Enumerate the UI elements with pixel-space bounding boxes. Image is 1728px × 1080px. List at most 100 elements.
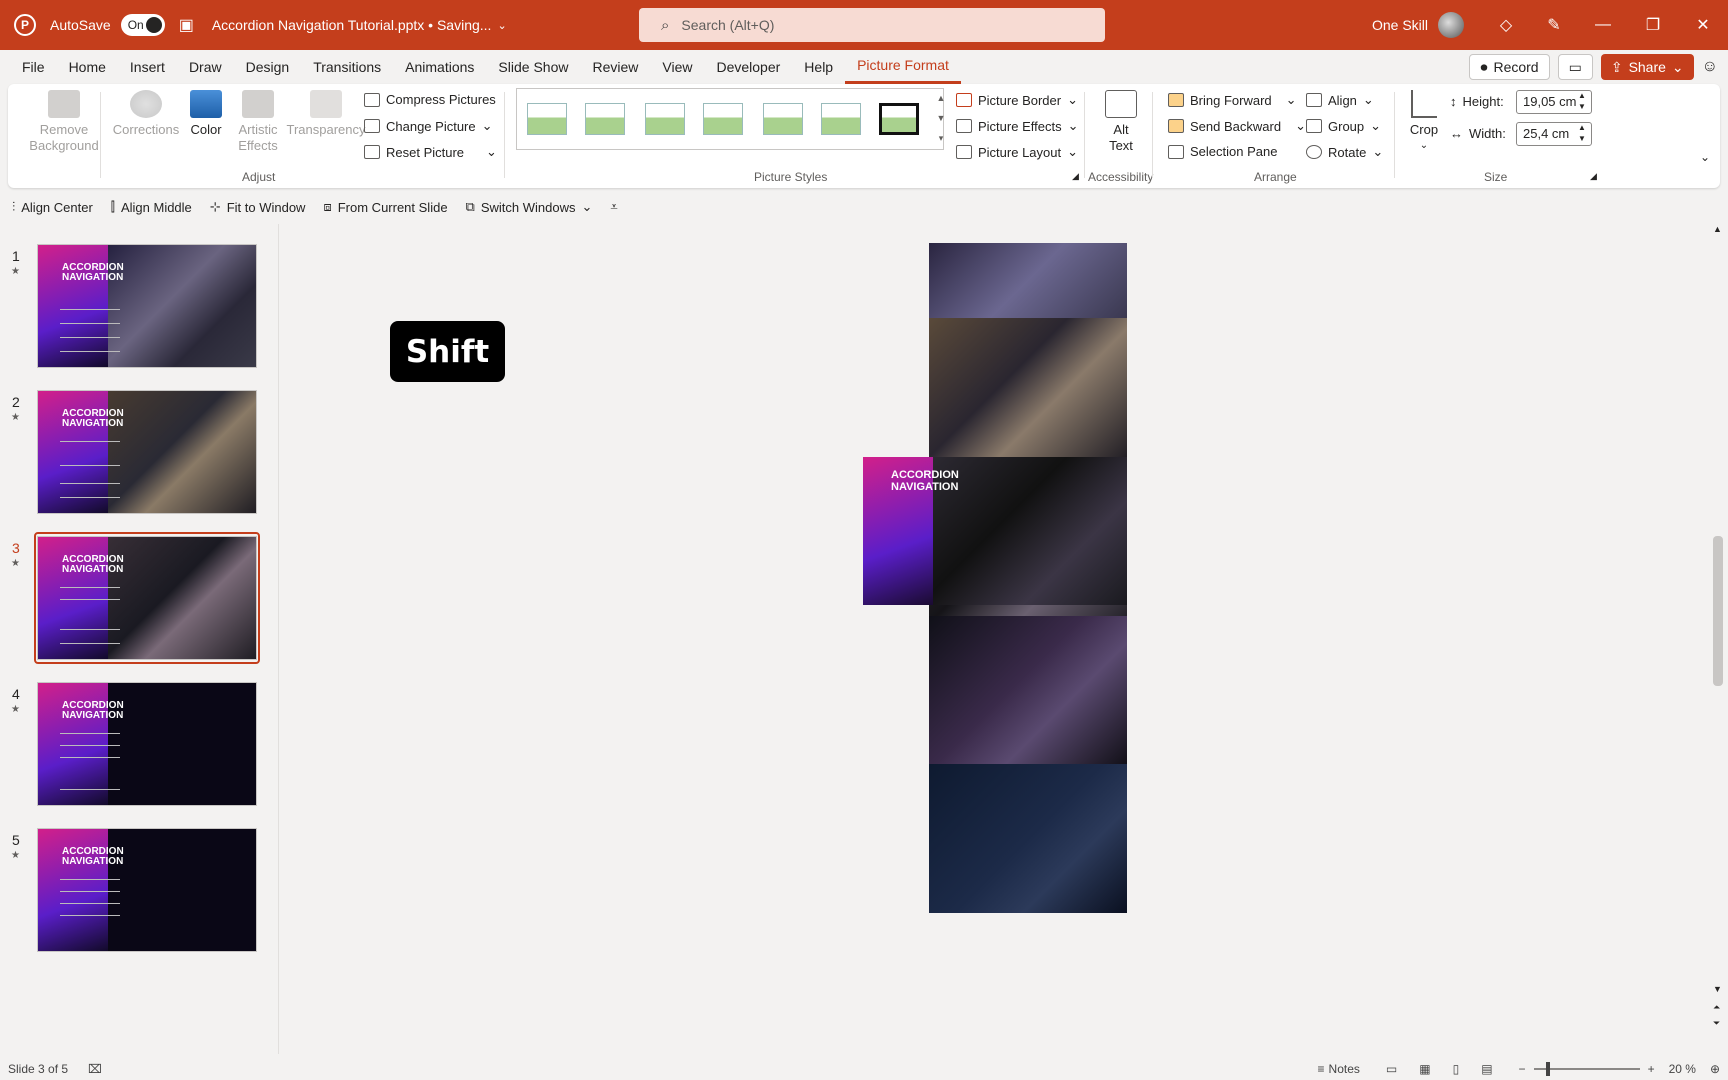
slide-preview: ACCORDION NAVIGATION bbox=[37, 390, 257, 514]
coauthor-icon[interactable]: ☺ bbox=[1702, 58, 1718, 76]
switch-windows-button[interactable]: ⧉ Switch Windows ⌄ bbox=[466, 199, 593, 215]
restore-icon[interactable]: ❐ bbox=[1628, 15, 1678, 35]
tab-transitions[interactable]: Transitions bbox=[301, 50, 393, 84]
notes-button[interactable]: ≡ Notes bbox=[1318, 1062, 1360, 1076]
collapse-ribbon-icon[interactable]: ⌄ bbox=[1700, 150, 1710, 164]
style-option[interactable] bbox=[703, 103, 743, 135]
artistic-effects-button[interactable]: Artistic Effects bbox=[228, 90, 288, 154]
picture-2[interactable] bbox=[929, 318, 1127, 468]
record-button[interactable]: ⏺ Record bbox=[1469, 54, 1550, 80]
picture-4[interactable] bbox=[929, 616, 1127, 764]
style-option[interactable] bbox=[585, 103, 625, 135]
close-icon[interactable]: ✕ bbox=[1678, 15, 1728, 35]
picture-1[interactable] bbox=[929, 243, 1127, 318]
tab-slide-show[interactable]: Slide Show bbox=[486, 50, 580, 84]
pen-icon[interactable]: ✎ bbox=[1530, 15, 1578, 35]
tab-animations[interactable]: Animations bbox=[393, 50, 486, 84]
thumbnail-slide-5[interactable]: 5 ★ ACCORDION NAVIGATION bbox=[0, 828, 278, 956]
selected-slide-picture[interactable]: ACCORDION NAVIGATION bbox=[863, 457, 1127, 605]
group-picture-styles-label: Picture Styles bbox=[754, 170, 828, 184]
thumbnail-slide-1[interactable]: 1 ★ ACCORDION NAVIGATION bbox=[0, 244, 278, 372]
tab-developer[interactable]: Developer bbox=[704, 50, 792, 84]
thumbnail-slide-4[interactable]: 4 ★ ACCORDION NAVIGATION bbox=[0, 682, 278, 810]
tab-insert[interactable]: Insert bbox=[118, 50, 177, 84]
reading-view-icon[interactable]: ▯ bbox=[1453, 1062, 1460, 1076]
selection-pane-button[interactable]: Selection Pane bbox=[1168, 144, 1277, 159]
picture-5[interactable] bbox=[929, 764, 1127, 913]
height-stepper[interactable]: ▲ ▼ bbox=[1578, 90, 1586, 112]
bring-forward-button[interactable]: Bring Forward ⌄ bbox=[1168, 92, 1297, 108]
previous-slide-icon[interactable]: ⏶ bbox=[1713, 1002, 1720, 1013]
tab-design[interactable]: Design bbox=[234, 50, 302, 84]
style-option[interactable] bbox=[879, 103, 919, 135]
share-button[interactable]: ⇪ Share ⌄ bbox=[1600, 54, 1694, 80]
scroll-thumb[interactable] bbox=[1713, 536, 1723, 686]
gallery-scroll[interactable]: ▲ ▼ ▾ bbox=[934, 88, 948, 150]
rotate-button[interactable]: Rotate ⌄ bbox=[1306, 144, 1383, 160]
zoom-slider[interactable] bbox=[1533, 1062, 1640, 1076]
slideshow-view-icon[interactable]: ▤ bbox=[1481, 1062, 1492, 1076]
tab-home[interactable]: Home bbox=[57, 50, 118, 84]
style-option[interactable] bbox=[645, 103, 685, 135]
thumbnail-slide-2[interactable]: 2 ★ ACCORDION NAVIGATION bbox=[0, 390, 278, 518]
zoom-out-icon[interactable]: − bbox=[1519, 1062, 1526, 1076]
picture-border-button[interactable]: Picture Border ⌄ bbox=[956, 92, 1078, 108]
zoom-level[interactable]: 20 % bbox=[1669, 1062, 1696, 1076]
slide-sorter-icon[interactable]: ▦ bbox=[1419, 1062, 1430, 1076]
user-name[interactable]: One Skill bbox=[1372, 17, 1428, 33]
align-button[interactable]: Align ⌄ bbox=[1306, 92, 1374, 108]
align-center-button[interactable]: ⫶ Align Center bbox=[12, 199, 93, 215]
fit-to-window-button[interactable]: ⊹ Fit to Window bbox=[210, 199, 306, 215]
minimize-icon[interactable]: — bbox=[1578, 16, 1628, 34]
scroll-up-icon[interactable]: ▲ bbox=[1713, 224, 1722, 234]
transparency-button[interactable]: Transparency bbox=[286, 90, 366, 138]
picture-effects-button[interactable]: Picture Effects ⌄ bbox=[956, 118, 1078, 134]
tab-help[interactable]: Help bbox=[792, 50, 845, 84]
group-button[interactable]: Group ⌄ bbox=[1306, 118, 1381, 134]
color-button[interactable]: Color bbox=[178, 90, 234, 138]
document-title[interactable]: Accordion Navigation Tutorial.pptx • Sav… bbox=[212, 17, 492, 33]
compress-pictures-button[interactable]: Compress Pictures bbox=[364, 92, 496, 107]
from-current-slide-button[interactable]: ⧈ From Current Slide bbox=[323, 199, 447, 215]
zoom-in-icon[interactable]: + bbox=[1648, 1062, 1655, 1076]
next-slide-icon[interactable]: ⏷ bbox=[1713, 1018, 1720, 1029]
style-option[interactable] bbox=[763, 103, 803, 135]
dialog-launcher-icon[interactable]: ◢ bbox=[1590, 171, 1597, 182]
style-option[interactable] bbox=[821, 103, 861, 135]
autosave-toggle[interactable]: On bbox=[120, 14, 165, 36]
crop-button[interactable]: Crop ⌄ bbox=[1404, 90, 1444, 154]
avatar[interactable] bbox=[1438, 12, 1464, 38]
chevron-down-icon: ⌄ bbox=[1372, 144, 1384, 159]
zoom-slider-thumb[interactable] bbox=[1545, 1062, 1550, 1076]
remove-background-button[interactable]: Remove Background bbox=[24, 90, 104, 154]
tab-review[interactable]: Review bbox=[580, 50, 650, 84]
dialog-launcher-icon[interactable]: ◢ bbox=[1072, 171, 1079, 182]
thumbnail-slide-3[interactable]: 3 ★ ACCORDION NAVIGATION bbox=[0, 532, 278, 664]
alt-text-button[interactable]: Alt Text bbox=[1092, 90, 1150, 154]
width-stepper[interactable]: ▲ ▼ bbox=[1578, 122, 1586, 144]
accessibility-check-icon[interactable]: ⌧ bbox=[88, 1062, 102, 1076]
vertical-scrollbar[interactable]: ▲ ▼ ⏶ ⏷ bbox=[1708, 224, 1728, 1054]
send-backward-button[interactable]: Send Backward ⌄ bbox=[1168, 118, 1306, 134]
search-box[interactable]: ⌕ Search (Alt+Q) bbox=[639, 8, 1105, 42]
customize-qat-button[interactable]: ⩡ bbox=[610, 199, 617, 215]
scroll-down-icon[interactable]: ▼ bbox=[1713, 984, 1722, 994]
save-icon[interactable]: ▣ bbox=[179, 15, 194, 35]
slide-title: ACCORDION NAVIGATION bbox=[62, 846, 124, 867]
chevron-down-icon[interactable]: ⌄ bbox=[497, 19, 506, 32]
fit-slide-icon[interactable]: ⊕ bbox=[1710, 1062, 1720, 1076]
tab-file[interactable]: File bbox=[10, 50, 57, 84]
comments-button[interactable]: ▭ bbox=[1557, 54, 1593, 80]
tab-draw[interactable]: Draw bbox=[177, 50, 234, 84]
change-picture-button[interactable]: Change Picture ⌄ bbox=[364, 118, 493, 134]
picture-layout-button[interactable]: Picture Layout ⌄ bbox=[956, 144, 1078, 160]
corrections-button[interactable]: Corrections bbox=[106, 90, 186, 138]
reset-picture-button[interactable]: Reset Picture ⌄ bbox=[364, 144, 497, 160]
normal-view-icon[interactable]: ▭ bbox=[1386, 1062, 1397, 1076]
tab-picture-format[interactable]: Picture Format bbox=[845, 50, 961, 84]
style-option[interactable] bbox=[527, 103, 567, 135]
diamond-icon[interactable]: ◇ bbox=[1482, 15, 1530, 35]
tab-view[interactable]: View bbox=[650, 50, 704, 84]
color-label: Color bbox=[190, 122, 222, 137]
align-middle-button[interactable]: ⫿ Align Middle bbox=[111, 199, 192, 215]
